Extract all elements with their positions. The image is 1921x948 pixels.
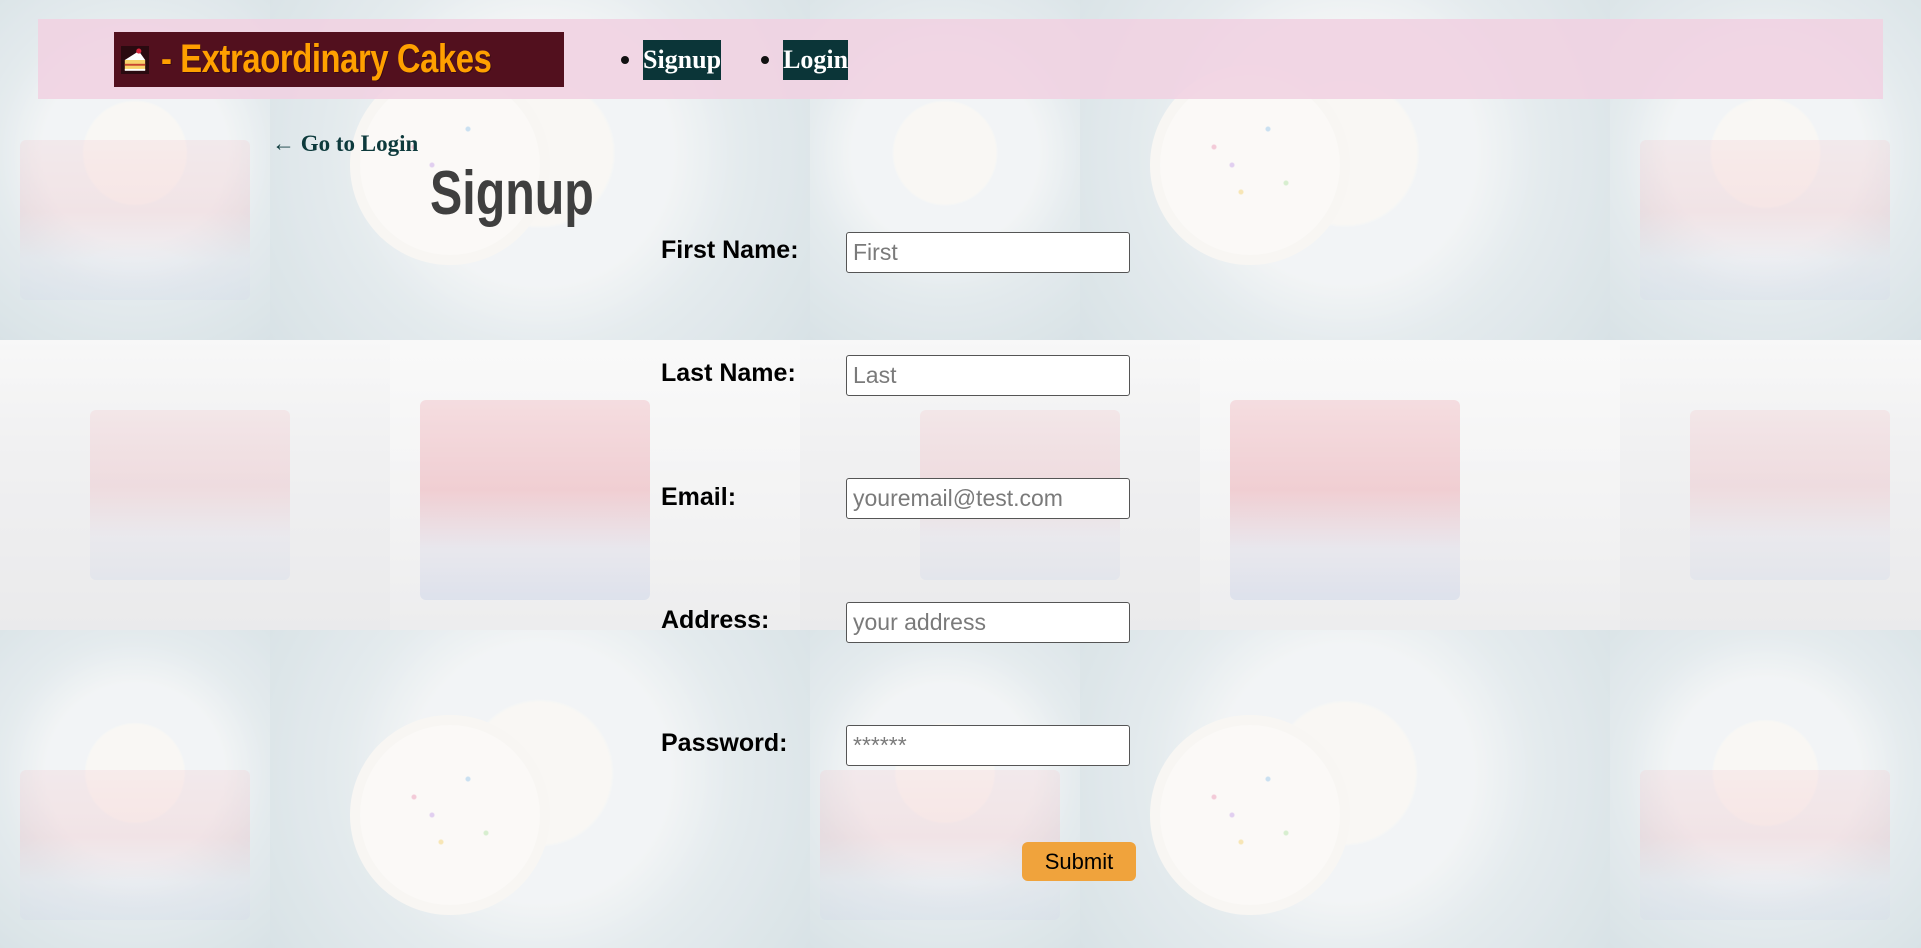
cake-slice-icon: [121, 45, 149, 74]
main-nav: Signup Login: [621, 40, 888, 80]
address-label: Address:: [661, 606, 770, 634]
email-input[interactable]: [846, 478, 1130, 519]
first-name-label: First Name:: [661, 236, 799, 264]
brand-name: - Extraordinary Cakes: [160, 37, 492, 81]
password-label: Password:: [661, 729, 788, 757]
brand-logo[interactable]: - Extraordinary Cakes: [114, 32, 564, 87]
nav-signup-link[interactable]: Signup: [643, 40, 722, 80]
password-input[interactable]: [846, 725, 1130, 766]
email-label: Email:: [661, 483, 737, 511]
nav-login-link[interactable]: Login: [783, 40, 849, 80]
address-input[interactable]: [846, 602, 1130, 643]
last-name-label: Last Name:: [661, 359, 796, 387]
go-to-login-link[interactable]: ← Go to Login: [272, 131, 418, 157]
site-header: - Extraordinary Cakes Signup Login: [38, 19, 1883, 99]
last-name-input[interactable]: [846, 355, 1130, 396]
submit-button[interactable]: Submit: [1022, 842, 1136, 881]
bullet-icon: [621, 56, 629, 64]
page-title: Signup: [430, 159, 594, 228]
first-name-input[interactable]: [846, 232, 1130, 273]
bullet-icon: [761, 56, 770, 64]
